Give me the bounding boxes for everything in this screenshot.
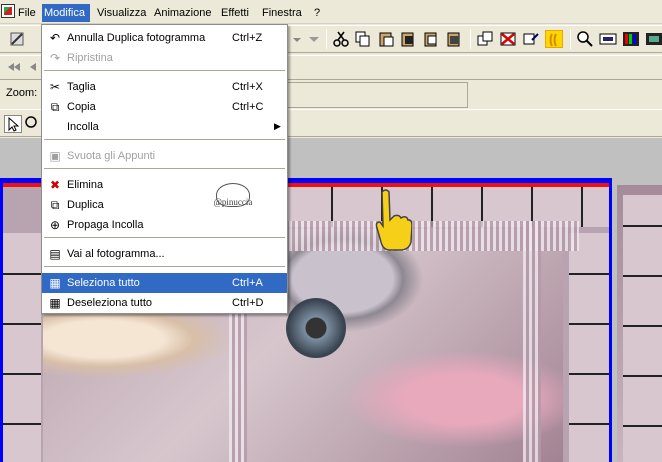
menu-effetti[interactable]: Effetti: [219, 4, 251, 22]
menu-bar: File Modifica Visualizza Animazione Effe…: [0, 0, 662, 24]
grid-pattern-left: [3, 233, 41, 462]
paste-new-icon[interactable]: [399, 30, 417, 48]
redo-icon: ↷: [49, 51, 61, 65]
go-to-frame-icon: ▤: [49, 247, 61, 261]
menu-modifica[interactable]: Modifica: [42, 4, 90, 22]
watermark-logo: @pinuccia: [202, 183, 264, 219]
eye-iris: [286, 298, 346, 358]
frame-next-image: [617, 185, 662, 462]
preview-icon[interactable]: [622, 30, 640, 48]
animation-strip-icon[interactable]: [645, 30, 662, 48]
copy-icon[interactable]: [354, 30, 372, 48]
hand-pointer-icon: [372, 186, 413, 252]
select-all-icon: ▦: [49, 276, 61, 290]
app-icon[interactable]: [1, 4, 15, 18]
toolbar-arrow-down-icon[interactable]: [305, 30, 323, 48]
clear-clipboard-icon: ▣: [49, 149, 61, 163]
menu-item-redo[interactable]: ↷ Ripristina: [42, 48, 287, 68]
grid-pattern-right: [569, 233, 609, 462]
menu-item-undo[interactable]: ↶ Annulla Duplica fotogramma Ctrl+Z: [42, 28, 287, 48]
menu-finestra[interactable]: Finestra: [260, 4, 304, 22]
wizard-icon[interactable]: [8, 30, 26, 48]
menu-item-paste[interactable]: Incolla ▶: [42, 117, 287, 137]
delete-frame-icon[interactable]: [499, 30, 517, 48]
deselect-all-icon: ▦: [49, 296, 61, 310]
onion-skin-icon[interactable]: [545, 30, 563, 48]
menu-help[interactable]: ?: [312, 4, 322, 22]
zoom-label: Zoom:: [6, 87, 38, 99]
menu-item-clear-clipboard[interactable]: ▣ Svuota gli Appunti: [42, 146, 287, 166]
frame-properties-icon[interactable]: [522, 30, 540, 48]
menu-file[interactable]: File: [16, 4, 38, 22]
paste-icon[interactable]: [377, 30, 395, 48]
toolbar-dropdown-icon[interactable]: [288, 30, 306, 48]
first-frame-icon[interactable]: [4, 58, 22, 76]
modifica-dropdown-menu: ↶ Annulla Duplica fotogramma Ctrl+Z ↷ Ri…: [41, 24, 288, 314]
arrow-select-icon[interactable]: [4, 115, 22, 133]
scissors-icon: ✂: [49, 80, 61, 94]
copy-icon: ⧉: [50, 100, 60, 114]
menu-item-select-all[interactable]: ▦ Seleziona tutto Ctrl+A: [42, 273, 287, 293]
view-frame-icon[interactable]: [599, 30, 617, 48]
menu-animazione[interactable]: Animazione: [152, 4, 213, 22]
menu-visualizza[interactable]: Visualizza: [95, 4, 148, 22]
lace-border-right: [523, 221, 541, 462]
duplicate-icon: ⧉: [50, 198, 60, 212]
prev-frame-icon[interactable]: [24, 58, 42, 76]
cut-icon[interactable]: [332, 30, 350, 48]
duplicate-frame-icon[interactable]: [476, 30, 494, 48]
menu-item-cut[interactable]: ✂ Taglia Ctrl+X: [42, 77, 287, 97]
propagate-paste-icon: ⊕: [49, 218, 61, 232]
delete-frame-icon: ✖: [49, 178, 61, 192]
submenu-arrow-icon: ▶: [274, 121, 281, 131]
paste-before-icon[interactable]: [445, 30, 463, 48]
paste-after-icon[interactable]: [422, 30, 440, 48]
menu-item-go-to-frame[interactable]: ▤ Vai al fotogramma...: [42, 244, 287, 264]
undo-icon: ↶: [49, 31, 61, 45]
zoom-icon[interactable]: [576, 30, 594, 48]
zoom-field[interactable]: [284, 82, 468, 108]
grid-pattern-next: [623, 195, 662, 462]
menu-item-copy[interactable]: ⧉ Copia Ctrl+C: [42, 97, 287, 117]
menu-item-deselect-all[interactable]: ▦ Deseleziona tutto Ctrl+D: [42, 293, 287, 313]
zoom-tool-icon[interactable]: [24, 115, 42, 133]
